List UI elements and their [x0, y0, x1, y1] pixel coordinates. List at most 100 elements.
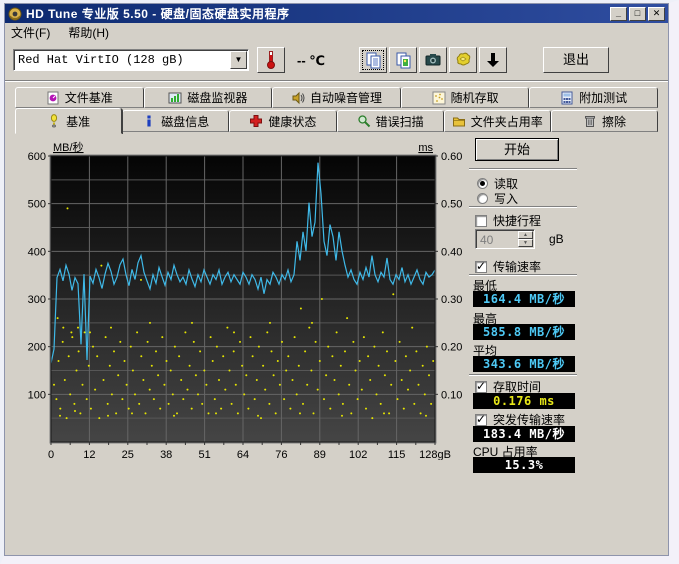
shortstroke-row[interactable]: 快捷行程 [475, 212, 541, 229]
svg-text:64: 64 [237, 449, 249, 460]
maximize-button[interactable]: □ [629, 7, 646, 21]
svg-text:0.60: 0.60 [441, 151, 462, 163]
benchmark-chart: 1002003004005006000.100.200.300.400.500.… [11, 138, 463, 465]
copy-text-button[interactable] [359, 47, 387, 73]
temperature-button[interactable] [257, 47, 285, 73]
svg-text:0.50: 0.50 [441, 199, 462, 211]
svg-text:51: 51 [198, 449, 210, 460]
tab-file-benchmark[interactable]: 文件基准 [15, 87, 144, 108]
magnifier-icon [357, 114, 371, 128]
down-arrow-icon [484, 51, 502, 69]
svg-text:0.30: 0.30 [441, 294, 462, 306]
svg-text:0: 0 [48, 449, 54, 460]
svg-text:ms: ms [418, 142, 433, 154]
save-results-button[interactable] [449, 47, 477, 73]
spin-up-icon: ▲ [518, 231, 533, 239]
disk-monitor-icon [168, 91, 182, 105]
chart-svg: 1002003004005006000.100.200.300.400.500.… [11, 138, 463, 460]
svg-text:0.10: 0.10 [441, 389, 462, 401]
file-benchmark-icon [46, 91, 60, 105]
tab-aam[interactable]: 自动噪音管理 [272, 87, 401, 108]
svg-text:38: 38 [160, 449, 172, 460]
tab-extra-tests[interactable]: 附加测试 [529, 87, 658, 108]
svg-text:200: 200 [28, 342, 46, 354]
tab-disk-monitor[interactable]: 磁盘监视器 [144, 87, 273, 108]
app-icon [8, 7, 22, 21]
tab-row-secondary: 文件基准 磁盘监视器 自动噪音管理 [15, 87, 658, 108]
screenshot-button[interactable] [419, 47, 447, 73]
minimize-button[interactable]: _ [610, 7, 627, 21]
save-results-icon [454, 51, 472, 69]
svg-text:MB/秒: MB/秒 [53, 140, 84, 154]
tab-error-scan[interactable]: 错误扫描 [337, 110, 444, 132]
svg-text:500: 500 [28, 199, 46, 211]
tab-row-primary: 基准 磁盘信息 健康状态 错误扫描 [15, 108, 658, 132]
window-title: HD Tune 专业版 5.50 - 硬盘/固态硬盘实用程序 [26, 5, 289, 22]
spinner-arrows[interactable]: ▲▼ [518, 231, 533, 247]
shortstroke-label: 快捷行程 [493, 212, 541, 229]
speaker-icon [291, 91, 305, 105]
svg-text:89: 89 [314, 449, 326, 460]
tab-disk-info[interactable]: 磁盘信息 [122, 110, 229, 132]
title-bar: HD Tune 专业版 5.50 - 硬盘/固态硬盘实用程序 _ □ ✕ [5, 4, 668, 23]
shortstroke-checkbox[interactable] [475, 215, 487, 227]
scroll-down-button[interactable] [479, 47, 507, 73]
max-value-display: 585.8 MB/秒 [473, 324, 575, 340]
tab-benchmark[interactable]: 基准 [15, 108, 122, 134]
trash-icon [583, 114, 597, 128]
drive-selector[interactable]: Red Hat VirtIO (128 gB) ▼ [13, 49, 249, 71]
read-radio[interactable] [477, 178, 488, 189]
svg-text:115: 115 [388, 449, 406, 460]
copy-image-icon [395, 52, 412, 69]
svg-text:400: 400 [28, 246, 46, 258]
start-button[interactable]: 开始 [475, 138, 559, 161]
access-time-display: 0.176 ms [473, 393, 575, 409]
svg-text:76: 76 [275, 449, 287, 460]
shortstroke-size-field[interactable]: 40 ▲▼ [475, 229, 535, 249]
extra-tests-icon [560, 91, 574, 105]
copy-image-button[interactable] [389, 47, 417, 73]
health-cross-icon [249, 114, 263, 128]
burst-rate-checkbox[interactable] [475, 414, 487, 426]
thermometer-icon [267, 51, 275, 69]
benchmark-icon [47, 114, 61, 128]
svg-text:12: 12 [83, 449, 95, 460]
drive-selector-value: Red Hat VirtIO (128 gB) [14, 53, 230, 67]
close-button[interactable]: ✕ [648, 7, 665, 21]
transfer-rate-label: 传输速率 [493, 258, 541, 275]
exit-button[interactable]: 退出 [543, 47, 609, 73]
chevron-down-icon[interactable]: ▼ [230, 51, 247, 69]
shortstroke-unit: gB [549, 232, 564, 246]
tab-folder-usage[interactable]: 文件夹占用率 [444, 110, 551, 132]
camera-icon [424, 51, 442, 69]
svg-text:128gB: 128gB [419, 449, 451, 460]
svg-text:25: 25 [122, 449, 134, 460]
access-time-checkbox[interactable] [475, 381, 487, 393]
tab-random-access[interactable]: 随机存取 [401, 87, 530, 108]
svg-text:100: 100 [28, 389, 46, 401]
tab-erase[interactable]: 擦除 [551, 110, 658, 132]
cpu-usage-display: 15.3% [473, 457, 575, 473]
svg-text:600: 600 [28, 151, 46, 163]
svg-text:0.40: 0.40 [441, 246, 462, 258]
separator [469, 168, 577, 170]
write-radio-row[interactable]: 写入 [477, 190, 518, 207]
write-radio[interactable] [477, 193, 488, 204]
hd-tune-window: HD Tune 专业版 5.50 - 硬盘/固态硬盘实用程序 _ □ ✕ 文件(… [0, 0, 679, 564]
spin-down-icon: ▼ [518, 239, 533, 247]
svg-text:102: 102 [349, 449, 367, 460]
separator [469, 274, 577, 276]
menu-help[interactable]: 帮助(H) [68, 24, 109, 41]
menu-file[interactable]: 文件(F) [11, 24, 50, 41]
shortstroke-value: 40 [476, 230, 518, 248]
avg-value-display: 343.6 MB/秒 [473, 356, 575, 372]
tab-health[interactable]: 健康状态 [229, 110, 336, 132]
random-access-icon [432, 91, 446, 105]
toolbar: Red Hat VirtIO (128 gB) ▼ -- ℃ [5, 41, 668, 81]
folder-icon [452, 114, 466, 128]
control-panel: 开始 读取 写入 快捷行程 40 ▲▼ [467, 138, 637, 478]
separator [469, 206, 577, 208]
transfer-rate-row[interactable]: 传输速率 [475, 258, 541, 275]
transfer-rate-checkbox[interactable] [475, 261, 487, 273]
burst-rate-display: 183.4 MB/秒 [473, 426, 575, 442]
